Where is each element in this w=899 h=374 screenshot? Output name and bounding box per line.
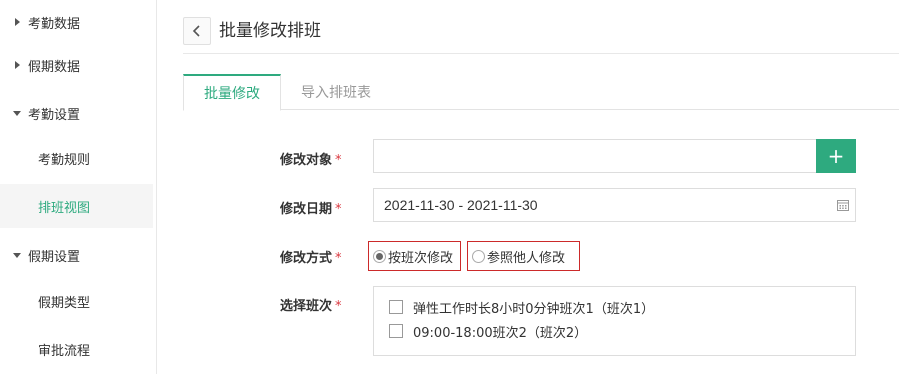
method-label: 修改方式 * <box>280 251 342 266</box>
back-button[interactable] <box>183 17 211 45</box>
sidebar-item-attendance-rules[interactable]: 考勤规则 <box>0 136 153 180</box>
checkbox[interactable] <box>389 300 403 314</box>
shift-list: 弹性工作时长8小时0分钟班次1（班次1） 09:00-18:00班次2（班次2） <box>373 286 856 356</box>
required-mark: * <box>335 202 342 217</box>
sidebar-item-leave-types[interactable]: 假期类型 <box>0 279 153 323</box>
required-mark: * <box>335 153 342 168</box>
tab-label: 导入排班表 <box>301 85 371 101</box>
add-target-button[interactable]: + <box>816 139 856 173</box>
tab-bar: 批量修改 导入排班表 <box>183 74 899 111</box>
plus-icon: + <box>827 144 845 168</box>
caret-down-icon <box>12 108 22 118</box>
sidebar-item-approval-flow[interactable]: 审批流程 <box>0 327 153 371</box>
sidebar: 考勤数据 假期数据 考勤设置 考勤规则 排班视图 假期设置 假期类型 审批流程 <box>0 0 157 374</box>
radio-label: 参照他人修改 <box>487 250 566 266</box>
target-label: 修改对象 * <box>280 153 342 168</box>
shift-option-1[interactable]: 弹性工作时长8小时0分钟班次1（班次1） <box>389 297 654 317</box>
sidebar-item-leave-data[interactable]: 假期数据 <box>0 43 153 87</box>
date-label: 修改日期 * <box>280 202 342 217</box>
radio-button[interactable] <box>472 249 485 263</box>
sidebar-item-label: 考勤数据 <box>28 16 81 32</box>
sidebar-item-label: 排班视图 <box>38 200 91 216</box>
shift-option-2[interactable]: 09:00-18:00班次2（班次2） <box>389 321 587 341</box>
main-content: 批量修改排班 批量修改 导入排班表 修改对象 * + 修改日期 * 2021-11-… <box>183 0 899 374</box>
sidebar-item-label: 假期类型 <box>38 295 91 311</box>
radio-label: 按班次修改 <box>388 250 454 266</box>
calendar-icon <box>837 200 849 211</box>
date-range-input[interactable]: 2021-11-30 - 2021-11-30 <box>373 188 856 222</box>
checkbox[interactable] <box>389 324 403 338</box>
shift-option-label: 弹性工作时长8小时0分钟班次1（班次1） <box>413 301 655 317</box>
page-title: 批量修改排班 <box>219 21 321 41</box>
sidebar-item-label: 考勤规则 <box>38 152 91 168</box>
page-header: 批量修改排班 <box>183 14 899 54</box>
sidebar-item-attendance-data[interactable]: 考勤数据 <box>0 0 153 44</box>
radio-refer-others[interactable]: 参照他人修改 <box>467 241 580 271</box>
caret-right-icon <box>12 17 22 27</box>
sidebar-item-label: 假期设置 <box>28 249 81 265</box>
sidebar-item-attendance-settings[interactable]: 考勤设置 <box>0 91 153 135</box>
shift-label: 选择班次 * <box>280 299 342 314</box>
sidebar-item-label: 假期数据 <box>28 59 81 75</box>
radio-button[interactable] <box>373 249 386 263</box>
chevron-left-icon <box>192 25 200 37</box>
sidebar-item-leave-settings[interactable]: 假期设置 <box>0 233 153 277</box>
caret-down-icon <box>12 250 22 260</box>
tab-import-schedule[interactable]: 导入排班表 <box>281 74 391 110</box>
sidebar-item-schedule-view[interactable]: 排班视图 <box>0 184 153 228</box>
tab-label: 批量修改 <box>204 86 260 102</box>
shift-option-label: 09:00-18:00班次2（班次2） <box>413 325 588 341</box>
tab-batch-modify[interactable]: 批量修改 <box>183 74 281 111</box>
date-range-value: 2021-11-30 - 2021-11-30 <box>384 197 538 213</box>
target-input[interactable] <box>373 139 817 173</box>
sidebar-item-label: 考勤设置 <box>28 107 81 123</box>
radio-by-shift[interactable]: 按班次修改 <box>368 241 461 271</box>
required-mark: * <box>335 251 342 266</box>
sidebar-item-label: 审批流程 <box>38 343 91 359</box>
caret-right-icon <box>12 60 22 70</box>
required-mark: * <box>335 299 342 314</box>
